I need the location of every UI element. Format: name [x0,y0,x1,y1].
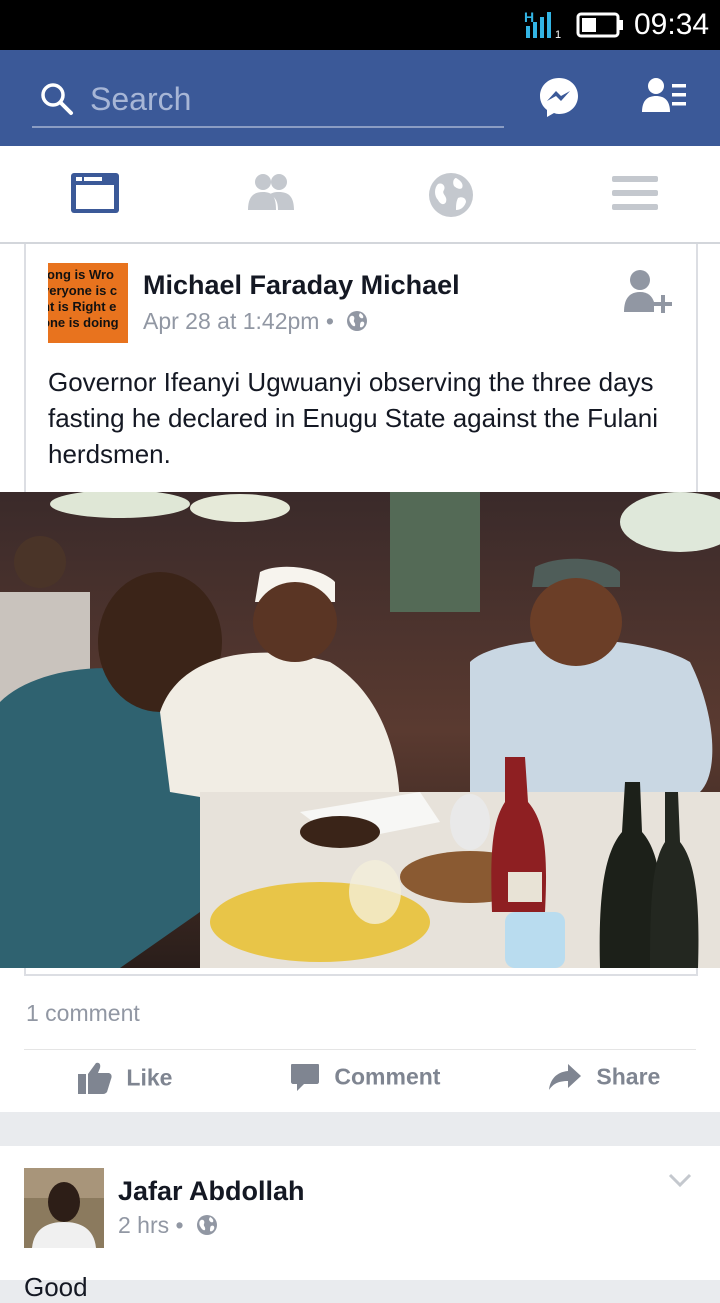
post-meta: 2 hrs • [118,1212,218,1239]
post-meta: Apr 28 at 1:42pm • [143,308,368,335]
tab-more[interactable] [570,146,690,242]
avatar[interactable] [24,1168,104,1248]
comment-button[interactable]: Comment [290,1062,440,1102]
avatar-text-line: rong is Wro [48,267,114,282]
globe-icon [429,173,473,217]
friends-icon [248,174,294,210]
post-author[interactable]: Michael Faraday Michael [143,270,460,301]
post-time[interactable]: 2 hrs [118,1212,169,1238]
comment-icon [291,1064,319,1091]
share-label: Share [596,1063,661,1090]
clock: 09:34 [634,8,710,41]
nav-tabs [0,146,720,244]
divider [24,1049,696,1050]
add-friend-icon[interactable] [624,268,672,318]
status-bar: H 1 09:34 [0,0,720,50]
thumbs-up-icon [78,1062,112,1094]
friend-list-icon[interactable] [642,76,688,116]
news-feed-icon [71,173,119,213]
avatar-text-line: ht is Right e [48,299,117,314]
battery-icon [576,12,623,38]
feed-post: Jafar Abdollah 2 hrs • Good [0,1146,720,1302]
tab-news-feed[interactable] [30,146,150,242]
post-author[interactable]: Jafar Abdollah [118,1176,305,1207]
search-box[interactable] [32,74,504,128]
svg-text:H: H [524,9,534,25]
avatar-text-line: one is doing [48,315,119,330]
meta-separator: • [325,308,334,334]
post-text: Governor Ifeanyi Ugwuanyi observing the … [48,367,658,469]
search-input[interactable] [88,76,492,122]
chevron-down-icon[interactable] [668,1172,692,1188]
avatar-text-line: veryone is c [48,283,118,298]
like-label: Like [126,1064,173,1091]
meta-separator: • [175,1212,184,1238]
post-text: Good [24,1272,88,1302]
avatar[interactable]: rong is Wro veryone is c ht is Right e o… [48,263,128,343]
post-time[interactable]: Apr 28 at 1:42pm [143,308,319,334]
comment-label: Comment [334,1063,441,1090]
tab-friend-requests[interactable] [206,146,326,242]
globe-icon [196,1215,217,1235]
tab-notifications[interactable] [386,146,506,242]
share-icon [549,1064,581,1090]
share-button[interactable]: Share [548,1062,660,1102]
signal-strength-icon: H 1 [524,9,561,40]
svg-text:1: 1 [555,29,561,40]
messenger-icon[interactable] [538,76,580,118]
search-icon [41,83,73,115]
top-bar [0,50,720,146]
menu-icon [612,176,658,210]
globe-icon [347,311,368,331]
comments-count[interactable]: 1 comment [26,1000,140,1027]
feed-post: rong is Wro veryone is c ht is Right e o… [0,244,720,1112]
like-button[interactable]: Like [78,1062,172,1102]
post-photo[interactable] [0,492,720,968]
